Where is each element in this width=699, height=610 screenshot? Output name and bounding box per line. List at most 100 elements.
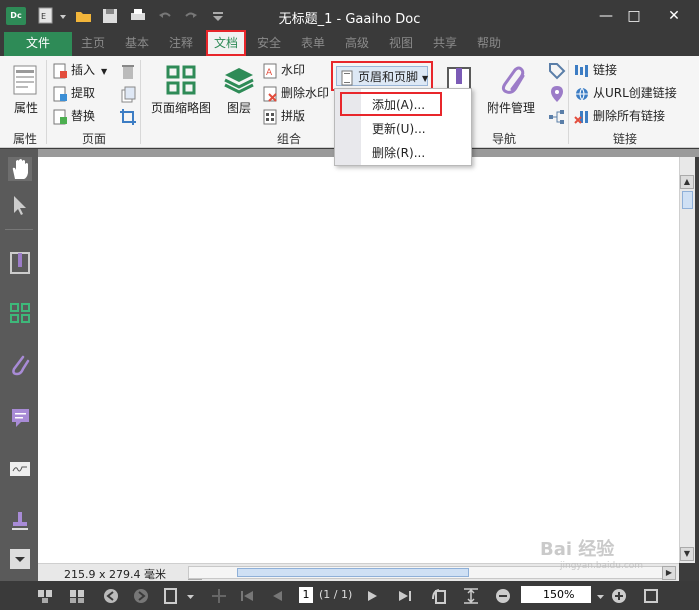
- fullscreen-icon[interactable]: [642, 587, 660, 605]
- stamp-panel-icon[interactable]: [8, 509, 32, 533]
- forward-icon[interactable]: [132, 587, 150, 605]
- sidebar-menu-icon[interactable]: [10, 549, 30, 569]
- two-page-view-icon[interactable]: [68, 587, 86, 605]
- remove-all-links-button[interactable]: 删除所有链接: [574, 106, 665, 126]
- thumbnails-icon: [166, 65, 196, 95]
- create-link-from-url-button[interactable]: 从URL创建链接: [574, 83, 677, 103]
- group-divider: [46, 60, 47, 144]
- redo-icon[interactable]: [181, 6, 201, 26]
- layout-button[interactable]: 拼版: [262, 106, 305, 126]
- last-page-icon[interactable]: [396, 587, 414, 605]
- watermark-button[interactable]: A 水印: [262, 60, 305, 80]
- delete-page-icon[interactable]: [119, 62, 137, 80]
- scroll-right-icon[interactable]: ▶: [662, 566, 676, 580]
- tab-security[interactable]: 安全: [252, 32, 286, 56]
- location-pin-icon[interactable]: [548, 85, 566, 103]
- paperclip-icon: [501, 66, 525, 94]
- back-icon[interactable]: [102, 587, 120, 605]
- chevron-down-icon[interactable]: [58, 6, 68, 26]
- tab-home[interactable]: 主页: [76, 32, 110, 56]
- remove-watermark-icon: [262, 86, 278, 102]
- document-page[interactable]: [38, 157, 679, 563]
- rotate-view-icon[interactable]: [430, 587, 448, 605]
- tab-document[interactable]: 文档: [208, 32, 244, 56]
- menu-item-add[interactable]: 添加(A)...: [372, 95, 425, 115]
- first-page-icon[interactable]: [238, 587, 256, 605]
- layout-icon: [262, 109, 278, 125]
- new-document-icon[interactable]: E: [36, 6, 56, 26]
- link-label: 链接: [593, 63, 618, 77]
- svg-text:A: A: [266, 68, 273, 78]
- print-icon[interactable]: [128, 6, 148, 26]
- crop-page-icon[interactable]: [119, 108, 137, 126]
- divider: [5, 229, 33, 230]
- replace-label: 替换: [71, 109, 96, 123]
- tab-help[interactable]: 帮助: [472, 32, 506, 56]
- tab-file[interactable]: 文件: [4, 32, 72, 56]
- header-footer-menu: 添加(A)... 更新(U)... 删除(R)...: [334, 88, 472, 166]
- extract-page-button[interactable]: 提取: [52, 83, 95, 103]
- svg-text:E: E: [41, 12, 46, 21]
- bookmark-panel-icon[interactable]: [8, 251, 32, 275]
- insert-page-button[interactable]: 插入 ▼: [52, 60, 107, 80]
- save-icon[interactable]: [100, 6, 120, 26]
- replace-page-button[interactable]: 替换: [52, 106, 95, 126]
- open-folder-icon[interactable]: [74, 6, 94, 26]
- next-page-icon[interactable]: [364, 587, 382, 605]
- tag-icon[interactable]: [548, 62, 566, 80]
- page-fit-icon[interactable]: [162, 587, 180, 605]
- horizontal-scrollbar[interactable]: [188, 566, 664, 579]
- customize-toolbar-icon[interactable]: [208, 6, 228, 26]
- attachment-manager-button[interactable]: 附件管理: [482, 64, 540, 116]
- crosshair-icon[interactable]: [210, 587, 228, 605]
- current-page-input[interactable]: 1: [299, 587, 313, 603]
- tab-advanced[interactable]: 高级: [340, 32, 374, 56]
- menu-item-update[interactable]: 更新(U)...: [372, 119, 426, 139]
- zoom-out-icon[interactable]: [494, 587, 512, 605]
- close-button[interactable]: ✕: [660, 4, 688, 28]
- fit-height-icon[interactable]: [462, 587, 480, 605]
- maximize-button[interactable]: □: [620, 4, 648, 28]
- scroll-up-icon[interactable]: ▲: [680, 175, 694, 189]
- layers-button[interactable]: 图层: [222, 64, 256, 116]
- zoom-level-input[interactable]: 150%: [521, 586, 591, 603]
- hand-tool-icon[interactable]: [8, 157, 32, 181]
- page-thumbnails-button[interactable]: 页面缩略图: [148, 64, 214, 116]
- tab-comment[interactable]: 注释: [164, 32, 198, 56]
- tab-forms[interactable]: 表单: [296, 32, 330, 56]
- header-footer-button[interactable]: 页眉和页脚 ▼: [336, 66, 428, 86]
- structure-tree-icon[interactable]: [548, 108, 566, 126]
- rotate-page-icon[interactable]: [119, 85, 137, 103]
- signature-panel-icon[interactable]: [8, 457, 32, 481]
- chevron-down-icon[interactable]: [186, 587, 196, 605]
- select-tool-icon[interactable]: [8, 193, 32, 217]
- horizontal-scroll-thumb[interactable]: [237, 568, 469, 577]
- tab-view[interactable]: 视图: [384, 32, 418, 56]
- undo-icon[interactable]: [155, 6, 175, 26]
- chevron-down-icon[interactable]: [596, 587, 606, 605]
- insert-label: 插入: [71, 63, 96, 77]
- tab-share[interactable]: 共享: [428, 32, 462, 56]
- zoom-in-icon[interactable]: [610, 587, 628, 605]
- chevron-down-icon: ▼: [422, 74, 429, 83]
- tab-basic[interactable]: 基本: [120, 32, 154, 56]
- minimize-button[interactable]: —: [592, 4, 620, 28]
- comment-panel-icon[interactable]: [8, 405, 32, 429]
- remove-watermark-button[interactable]: 删除水印: [262, 83, 329, 103]
- properties-button[interactable]: 属性: [8, 64, 44, 116]
- vertical-scroll-thumb[interactable]: [682, 191, 693, 209]
- group-label-navigation: 导航: [491, 132, 516, 146]
- single-page-view-icon[interactable]: [36, 587, 54, 605]
- vertical-scrollbar[interactable]: ▲ ▼: [679, 157, 695, 563]
- link-button[interactable]: 链接: [574, 60, 617, 80]
- group-label-links: 链接: [612, 132, 637, 146]
- scroll-down-icon[interactable]: ▼: [680, 547, 694, 561]
- menu-item-delete[interactable]: 删除(R)...: [372, 143, 425, 163]
- link-icon: [574, 63, 590, 79]
- status-bar: 1 (1 / 1) 150%: [0, 581, 699, 610]
- thumbnails-panel-icon[interactable]: [8, 301, 32, 325]
- watermark-label: 水印: [281, 63, 306, 77]
- previous-page-icon[interactable]: [268, 587, 286, 605]
- group-label-combine: 组合: [276, 132, 301, 146]
- attachment-panel-icon[interactable]: [8, 353, 32, 377]
